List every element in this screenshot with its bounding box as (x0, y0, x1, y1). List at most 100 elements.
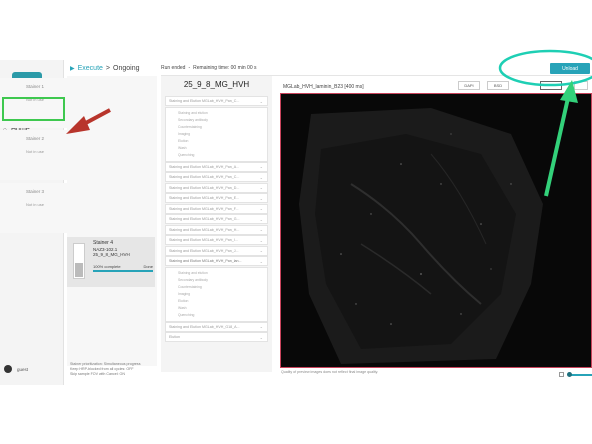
step-label: Staining and Elution MGLab_HVH_Pan_A... (169, 164, 240, 169)
substep: Wash (178, 305, 187, 310)
zoom-knob[interactable] (567, 372, 572, 377)
stainer-4[interactable]: Stainer 4 NAZ3-102.1 25_9_8_MG_HVH 100% … (67, 237, 155, 287)
progress-bar (93, 270, 153, 272)
step-label: Staining and Elution MGLab_HVH_Pan_G... (169, 217, 240, 221)
protocol-step[interactable]: Staining and Elution MGLab_HVH_Pan_C... ⌄ (165, 96, 268, 106)
chevron-down-icon: ⌄ (259, 185, 263, 190)
breadcrumb-current: Ongoing (113, 65, 140, 72)
protocol-step[interactable]: Staining and Elution MGLab_HVH_Pan_A... ⌄ (165, 161, 268, 172)
breadcrumb: ▶ Execute > Ongoing (70, 65, 139, 72)
substep-list: Staining and elution Secondary antibody Co… (165, 106, 268, 162)
step-label: Staining and Elution MGLab_HVH_Pan_F... (169, 206, 239, 211)
substep: Staining and elution (178, 270, 208, 275)
tissue-image (281, 94, 591, 367)
substep: Counterstaining (178, 284, 202, 289)
user-menu[interactable]: guest (4, 365, 28, 373)
fit-icon[interactable] (559, 372, 564, 377)
unload-button[interactable]: Unload (550, 63, 590, 74)
substep-list: Staining and elution Secondary antibody Co… (165, 266, 268, 322)
substep: Staining and elution (178, 110, 208, 115)
stainer-4-progress-text: 100% complete Done (93, 264, 153, 269)
protocol-step[interactable]: Staining and Elution MGLab_HVH_Pan_F... ⌄ (165, 203, 268, 214)
protocol-panel: 25_9_8_MG_HVH Staining and Elution MGLab… (161, 76, 272, 372)
done-label: Done (143, 264, 153, 269)
progress-label: 100% complete (93, 264, 121, 269)
run-status: Run ended - Remaining time: 00 min 00 s (161, 65, 257, 71)
substep: Elution (178, 138, 189, 143)
user-name: guest (17, 366, 29, 372)
protocol-step[interactable]: Staining and Elution MGLab_HVH_Pan_I... ⌄ (165, 235, 268, 245)
step-label: Staining and Elution MGLab_HVH_G18_A... (169, 324, 240, 329)
protocol-step[interactable]: Staining and Elution MGLab_HVH_Pan_G... ⌄ (165, 214, 268, 224)
protocol-step[interactable]: Staining and Elution MGLab_HVH_Pan_E... ⌄ (165, 193, 268, 203)
protocol-steps: Staining and Elution MGLab_HVH_Pan_C... ⌄… (165, 96, 268, 343)
run-state: Run ended (161, 65, 186, 71)
run-separator: - (188, 65, 191, 71)
stainer-2[interactable]: Stainer 2 Not in use (0, 130, 90, 180)
chevron-down-icon: ⌄ (259, 334, 263, 340)
protocol-step[interactable]: Staining and Elution MGLab_HVH_Pan_D... ⌄ (165, 182, 268, 193)
protocol-step[interactable]: Elution ⌄ (165, 332, 268, 342)
zoom-slider[interactable] (559, 372, 592, 377)
step-label: Staining and Elution MGLab_HVH_Pan_lan..… (169, 259, 242, 263)
protocol-step[interactable]: Staining and Elution MGLab_HVH_Pan_H... ⌄ (165, 224, 268, 235)
chevron-down-icon: ⌄ (259, 237, 263, 243)
substep: Imaging (178, 291, 191, 296)
progress-bar-fill (93, 270, 153, 272)
breadcrumb-execute[interactable]: Execute (78, 65, 103, 72)
step-label: Staining and Elution MGLab_HVH_Pan_J... (169, 248, 239, 253)
image-viewer[interactable] (280, 93, 592, 368)
channel-chip-dapi[interactable]: DAPI (458, 81, 480, 90)
chevron-down-icon: ⌄ (259, 206, 263, 211)
view-toggle-button[interactable] (540, 81, 562, 90)
slide-icon (73, 243, 85, 279)
stainer-name: Stainer 2 (26, 136, 45, 141)
substep: Counterstaining (178, 124, 202, 129)
chevron-down-icon: ⌄ (259, 258, 263, 264)
step-label: Staining and Elution MGLab_HVH_Pan_C... (169, 175, 240, 179)
channel-chip-bsd[interactable]: BSD (487, 81, 509, 90)
stainer-4-info: Stainer 4 NAZ3-102.1 25_9_8_MG_HVH (93, 240, 130, 258)
stainer-1[interactable]: Stainer 1 Not in use (0, 78, 90, 128)
chevron-down-icon: ⌄ (259, 324, 263, 329)
stainer-name: Stainer 3 (26, 189, 45, 194)
substep: Imaging (178, 131, 191, 136)
user-icon (4, 365, 12, 373)
stainer-status: Not in use (26, 149, 45, 154)
stainer-status: Not in use (26, 202, 45, 207)
chevron-down-icon: ⌄ (259, 216, 263, 222)
protocol-step[interactable]: Staining and Elution MGLab_HVH_G18_A... ⌄ (165, 321, 268, 332)
play-icon: ▶ (70, 66, 75, 72)
chevron-down-icon: ⌄ (259, 174, 263, 180)
substep: Quenching (178, 312, 195, 317)
step-label: Staining and Elution MGLab_HVH_Pan_D... (169, 185, 240, 190)
protocol-step[interactable]: Staining and Elution MGLab_HVH_Pan_lan..… (165, 256, 268, 266)
substep: Secondary antibody (178, 117, 208, 122)
stainer-name: Stainer 1 (26, 84, 45, 89)
stainer-3[interactable]: Stainer 3 Not in use (0, 183, 90, 233)
chevron-down-icon: ⌄ (259, 248, 263, 253)
protocol-title: 25_9_8_MG_HVH (183, 80, 250, 89)
chevron-down-icon: ⌄ (259, 98, 263, 104)
image-title: MGLab_HVH_laminin_B23 [400 ms] (283, 84, 364, 90)
substep: Quenching (178, 152, 195, 157)
substep: Wash (178, 145, 187, 150)
substep: Elution (178, 298, 189, 303)
settings-button[interactable] (574, 81, 588, 90)
image-quality-caption: Quality of preview images does not refle… (281, 370, 379, 374)
run-settings-notes: Stainer prioritization: Simultaneous pro… (70, 362, 141, 377)
zoom-track (569, 374, 592, 376)
note-line: Skip sample FOV with Cancel: ON (70, 372, 125, 376)
step-label: Staining and Elution MGLab_HVH_Pan_E... (169, 196, 240, 200)
step-label: Staining and Elution MGLab_HVH_Pan_C... (169, 99, 240, 103)
chevron-down-icon: ⌄ (259, 227, 263, 232)
step-label: Staining and Elution MGLab_HVH_Pan_H... (169, 227, 240, 232)
chevron-down-icon: ⌄ (259, 195, 263, 201)
breadcrumb-separator: > (105, 65, 111, 72)
protocol-step[interactable]: Staining and Elution MGLab_HVH_Pan_J... ⌄ (165, 245, 268, 256)
protocol-step[interactable]: Staining and Elution MGLab_HVH_Pan_C... ⌄ (165, 172, 268, 182)
step-label: Elution (169, 335, 180, 339)
chevron-down-icon: ⌄ (259, 164, 263, 169)
slide-fill (75, 263, 83, 277)
substep: Secondary antibody (178, 277, 208, 282)
